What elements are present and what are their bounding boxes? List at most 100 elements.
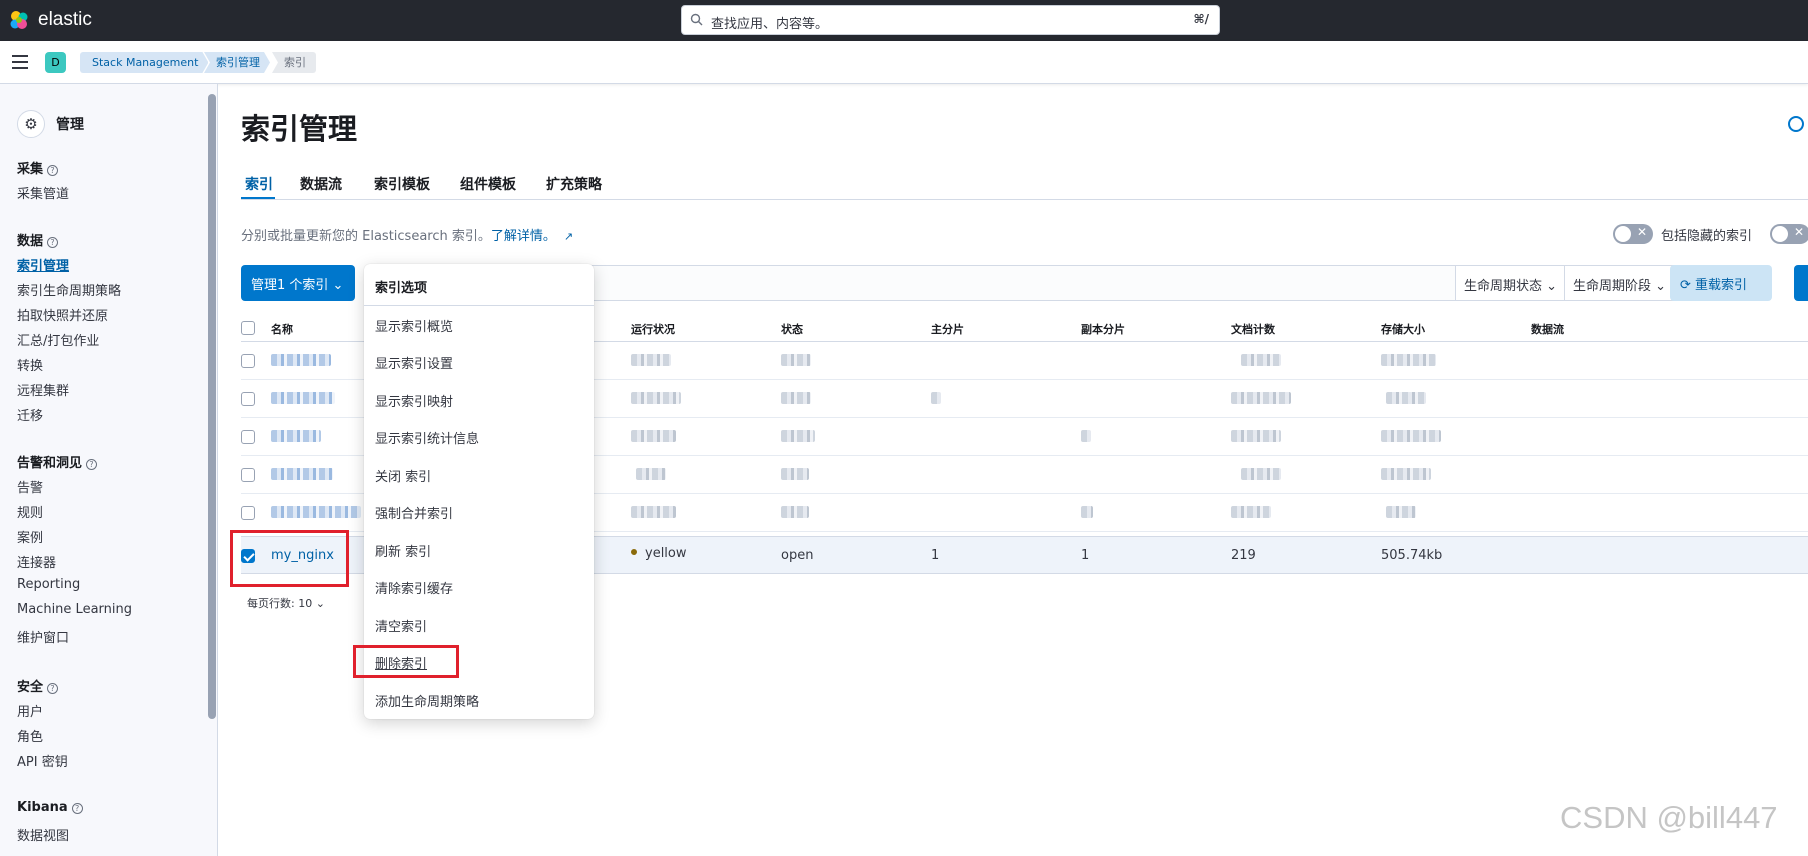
include-hidden-toggle[interactable]: ✕ <box>1613 224 1653 244</box>
sidebar-item-migrate[interactable]: 迁移 <box>17 405 43 424</box>
replica-shards: 1 <box>1081 548 1090 563</box>
sidebar-item-api-keys[interactable]: API 密钥 <box>17 751 68 770</box>
redacted-value <box>636 468 666 480</box>
redacted-value <box>1231 506 1271 518</box>
chevron-down-icon: ⌄ <box>1546 279 1558 294</box>
col-status[interactable]: 状态 <box>781 321 803 337</box>
help-docs-icon[interactable] <box>1788 116 1804 132</box>
menu-item-show-mapping[interactable]: 显示索引映射 <box>375 391 453 410</box>
popover-title: 索引选项 <box>375 281 428 296</box>
management-sidebar: ⚙ 管理 采集? 采集管道 数据? 索引管理 索引生命周期策略 拍取快照并还原 … <box>0 84 218 856</box>
row-checkbox[interactable] <box>241 354 255 368</box>
tab-indices[interactable]: 索引 <box>245 174 273 194</box>
redacted-value <box>931 392 941 404</box>
menu-item-flush-index[interactable]: 清空索引 <box>375 616 427 635</box>
menu-item-add-lifecycle-policy[interactable]: 添加生命周期策略 <box>375 691 479 710</box>
breadcrumb-index-management[interactable]: 索引管理 <box>204 52 270 73</box>
lifecycle-status-filter[interactable]: 生命周期状态 ⌄ <box>1455 265 1565 301</box>
redacted-index-name[interactable] <box>271 506 361 518</box>
sidebar-scrollbar[interactable] <box>208 94 216 719</box>
sidebar-title: 管理 <box>56 117 84 133</box>
redacted-index-name[interactable] <box>271 354 331 366</box>
tab-data-streams[interactable]: 数据流 <box>300 174 342 194</box>
sidebar-item-rules[interactable]: 规则 <box>17 502 43 521</box>
sidebar-item-remote-clusters[interactable]: 远程集群 <box>17 380 69 399</box>
menu-item-show-settings[interactable]: 显示索引设置 <box>375 353 453 372</box>
sidebar-item-connectors[interactable]: 连接器 <box>17 552 56 571</box>
redacted-value <box>781 392 811 404</box>
breadcrumb-stack-management[interactable]: Stack Management <box>80 52 208 73</box>
menu-item-clear-cache[interactable]: 清除索引缓存 <box>375 578 453 597</box>
col-storage-size[interactable]: 存储大小 <box>1381 321 1425 337</box>
col-docs-count[interactable]: 文档计数 <box>1231 321 1275 337</box>
help-icon[interactable]: ? <box>47 165 59 176</box>
sidebar-item-transforms[interactable]: 转换 <box>17 355 43 374</box>
sidebar-group-ingest: 采集? <box>17 158 59 177</box>
sidebar-item-roles[interactable]: 角色 <box>17 726 43 745</box>
sidebar-item-alerts[interactable]: 告警 <box>17 477 43 496</box>
elastic-logo-icon[interactable] <box>8 9 30 31</box>
redacted-index-name[interactable] <box>271 392 335 404</box>
sidebar-item-reporting[interactable]: Reporting <box>17 577 80 592</box>
active-tab-indicator <box>241 197 275 199</box>
redacted-value <box>631 430 676 442</box>
rows-per-page-selector[interactable]: 每页行数: 10 ⌄ <box>247 595 325 611</box>
redacted-index-name[interactable] <box>271 468 333 480</box>
help-icon[interactable]: ? <box>86 459 98 470</box>
top-header: elastic 查找应用、内容等。 ⌘/ <box>0 0 1808 41</box>
col-primaries[interactable]: 主分片 <box>931 321 964 337</box>
secondary-toggle[interactable]: ✕ <box>1770 224 1808 244</box>
tab-index-templates[interactable]: 索引模板 <box>374 174 430 194</box>
sidebar-item-machine-learning[interactable]: Machine Learning <box>17 602 132 617</box>
search-placeholder: 查找应用、内容等。 <box>711 17 829 32</box>
row-checkbox[interactable] <box>241 468 255 482</box>
col-data-stream[interactable]: 数据流 <box>1531 321 1564 337</box>
reload-indices-button[interactable]: ⟳ 重载索引 <box>1670 265 1772 301</box>
sidebar-item-rollup-jobs[interactable]: 汇总/打包作业 <box>17 330 99 349</box>
sidebar-item-index-management[interactable]: 索引管理 <box>17 255 69 274</box>
redacted-value <box>631 354 671 366</box>
sidebar-item-data-views[interactable]: 数据视图 <box>17 825 69 844</box>
global-search-input[interactable]: 查找应用、内容等。 ⌘/ <box>681 5 1220 35</box>
watermark: CSDN @bill447 <box>1560 800 1778 835</box>
redacted-value <box>1241 468 1281 480</box>
sidebar-item-users[interactable]: 用户 <box>17 701 43 720</box>
docs-count: 219 <box>1231 548 1256 563</box>
create-index-button[interactable] <box>1794 265 1808 301</box>
sidebar-item-ilm-policies[interactable]: 索引生命周期策略 <box>17 280 121 299</box>
learn-more-link[interactable]: 了解详情。 <box>491 229 556 244</box>
select-all-checkbox[interactable] <box>241 321 255 335</box>
menu-item-show-overview[interactable]: 显示索引概览 <box>375 316 453 335</box>
menu-item-refresh-index[interactable]: 刷新 索引 <box>375 541 431 560</box>
help-icon[interactable]: ? <box>47 237 59 248</box>
gear-icon: ⚙ <box>17 110 45 138</box>
col-replicas[interactable]: 副本分片 <box>1081 321 1125 337</box>
menu-item-close-index[interactable]: 关闭 索引 <box>375 466 431 485</box>
manage-indices-button[interactable]: 管理1 个索引 ⌄ <box>241 265 355 301</box>
help-icon[interactable]: ? <box>71 803 83 814</box>
space-avatar[interactable]: D <box>45 52 66 73</box>
sidebar-item-ingest-pipelines[interactable]: 采集管道 <box>17 183 69 202</box>
health-dot-icon <box>631 549 637 555</box>
help-icon[interactable]: ? <box>47 683 59 694</box>
menu-item-force-merge[interactable]: 强制合并索引 <box>375 503 453 522</box>
menu-item-show-stats[interactable]: 显示索引统计信息 <box>375 428 479 447</box>
row-checkbox[interactable] <box>241 506 255 520</box>
brand-name[interactable]: elastic <box>38 9 92 31</box>
sidebar-item-cases[interactable]: 案例 <box>17 527 43 546</box>
search-icon <box>690 13 703 26</box>
hamburger-menu-icon[interactable] <box>12 55 28 69</box>
tab-enrich-policies[interactable]: 扩充策略 <box>546 174 602 194</box>
row-checkbox[interactable] <box>241 392 255 406</box>
col-health[interactable]: 运行状况 <box>631 321 675 337</box>
redacted-value <box>1381 354 1436 366</box>
lifecycle-phase-filter[interactable]: 生命周期阶段 ⌄ <box>1564 265 1674 301</box>
col-name[interactable]: 名称 <box>271 321 293 337</box>
redacted-value <box>631 392 681 404</box>
row-checkbox[interactable] <box>241 430 255 444</box>
sidebar-item-maintenance-windows[interactable]: 维护窗口 <box>17 627 69 646</box>
tab-component-templates[interactable]: 组件模板 <box>460 174 516 194</box>
redacted-index-name[interactable] <box>271 430 321 442</box>
storage-size: 505.74kb <box>1381 548 1443 563</box>
sidebar-item-snapshot-restore[interactable]: 拍取快照并还原 <box>17 305 108 324</box>
